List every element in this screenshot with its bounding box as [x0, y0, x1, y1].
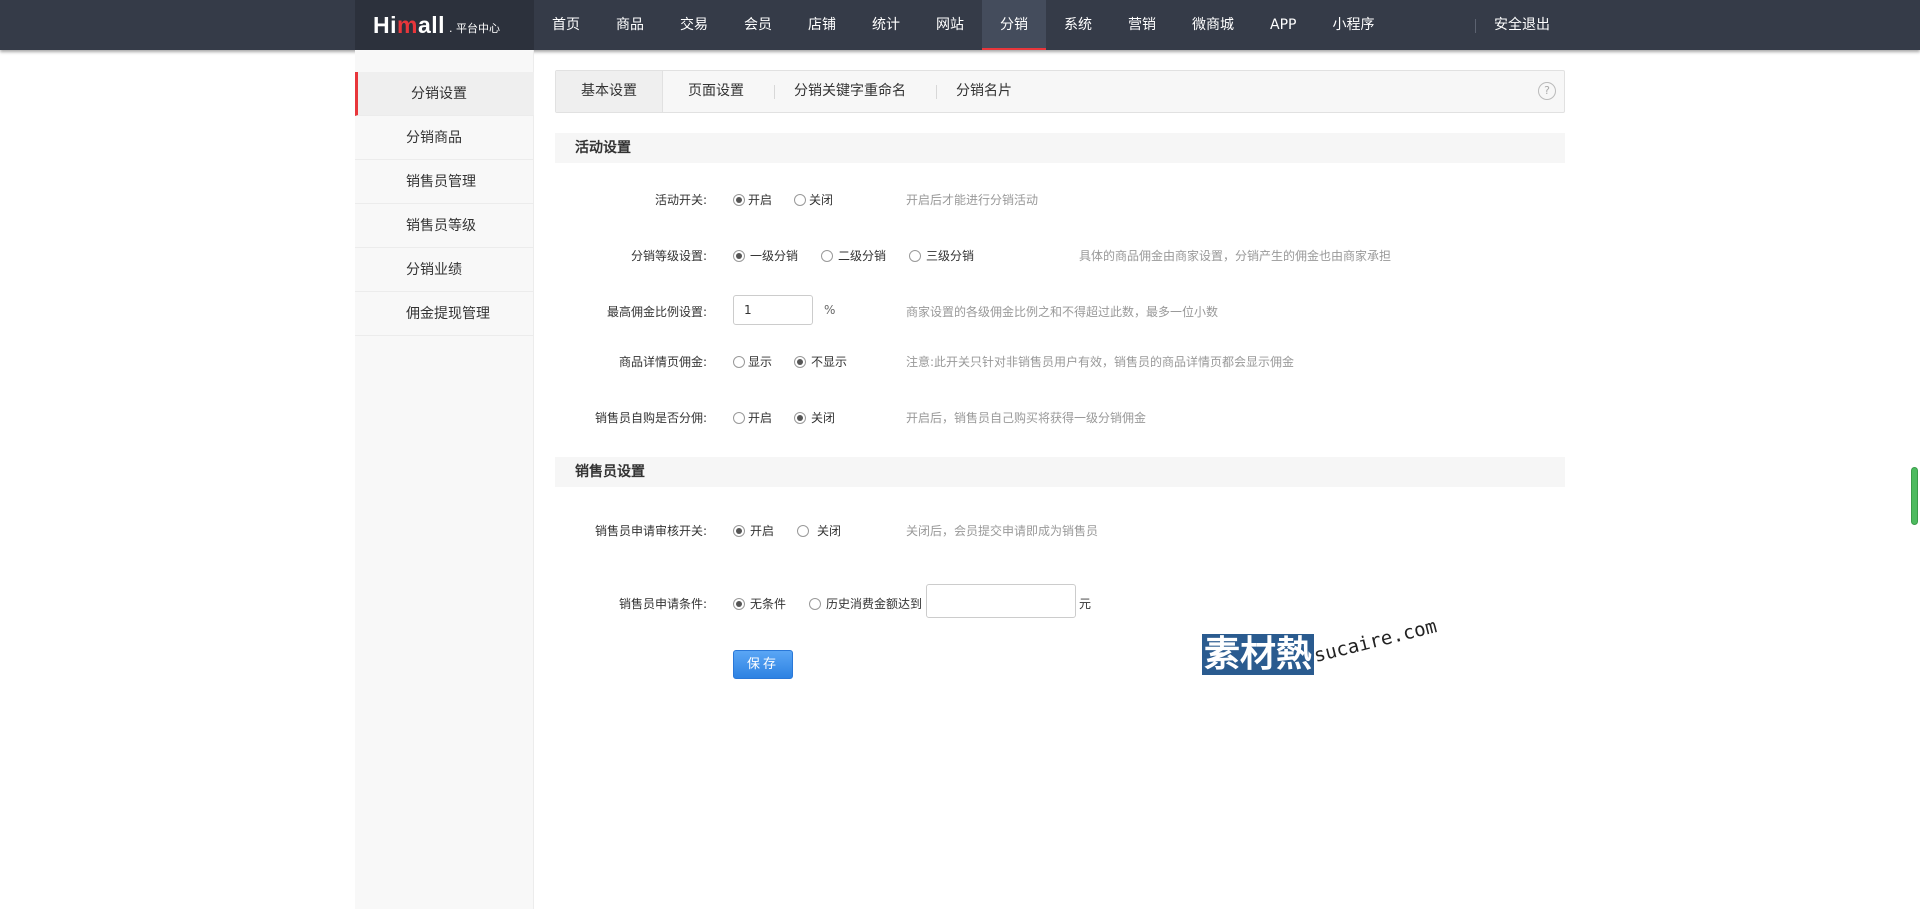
- sidebar: 分销设置 分销商品 销售员管理 销售员等级 分销业绩 佣金提现管理: [355, 50, 534, 909]
- nav-item-system[interactable]: 系统: [1046, 0, 1110, 50]
- activity-switch-hint: 开启后才能进行分销活动: [906, 193, 1039, 207]
- distribution-level-hint: 具体的商品佣金由商家设置，分销产生的佣金也由商家承担: [1079, 249, 1392, 263]
- radio-unchecked-icon: [809, 597, 821, 610]
- condition-label: 销售员申请条件:: [618, 597, 707, 611]
- max-ratio-input[interactable]: [733, 295, 813, 325]
- radio-unchecked-icon: [733, 355, 745, 368]
- activity-switch-on[interactable]: 开启: [733, 191, 772, 208]
- radio-unchecked-icon: [797, 524, 809, 537]
- tab-divider: [936, 85, 937, 99]
- radio-checked-icon: [733, 249, 745, 262]
- condition-none[interactable]: 无条件: [733, 595, 786, 612]
- self-buy-off[interactable]: 关闭: [794, 409, 835, 426]
- nav-item-micro-mall[interactable]: 微商城: [1174, 0, 1252, 50]
- self-buy-on[interactable]: 开启: [733, 409, 772, 426]
- radio-unchecked-icon: [733, 411, 745, 424]
- review-switch-label: 销售员申请审核开关:: [594, 524, 707, 538]
- detail-commission-label: 商品详情页佣金:: [618, 355, 707, 369]
- section-title: 活动设置: [575, 140, 631, 156]
- nav-item-trade[interactable]: 交易: [662, 0, 726, 50]
- radio-checked-icon: [733, 193, 745, 206]
- radio-checked-icon: [733, 597, 745, 610]
- review-switch-hint: 关闭后，会员提交申请即成为销售员: [906, 524, 1099, 538]
- radio-checked-icon: [733, 524, 745, 537]
- watermark-logo: 素材熱: [1202, 634, 1315, 675]
- radio-checked-icon: [794, 355, 806, 368]
- nav-divider: [1475, 19, 1476, 33]
- section-title: 销售员设置: [575, 464, 645, 480]
- nav-item-marketing[interactable]: 营销: [1110, 0, 1174, 50]
- detail-commission-hide[interactable]: 不显示: [794, 353, 847, 370]
- detail-commission-show[interactable]: 显示: [733, 353, 772, 370]
- nav-item-shops[interactable]: 店铺: [790, 0, 854, 50]
- level-option-one[interactable]: 一级分销: [733, 247, 798, 264]
- tab-divider: [774, 85, 775, 99]
- section-activity-settings: 活动设置: [555, 133, 1565, 163]
- tab-page-settings[interactable]: 页面设置: [688, 71, 744, 112]
- radio-checked-icon: [794, 411, 806, 424]
- logo-subtitle: . 平台中心: [449, 22, 501, 35]
- sidebar-item-distribution-products[interactable]: 分销商品: [355, 116, 534, 160]
- level-option-two[interactable]: 二级分销: [821, 247, 886, 264]
- tab-business-card[interactable]: 分销名片: [956, 71, 1012, 112]
- review-switch-off[interactable]: 关闭: [797, 522, 841, 539]
- sidebar-item-seller-levels[interactable]: 销售员等级: [355, 204, 534, 248]
- nav-item-home[interactable]: 首页: [534, 0, 598, 50]
- history-spend-input[interactable]: [926, 584, 1076, 618]
- percent-unit: %: [824, 303, 836, 317]
- brand-logo[interactable]: Himall . 平台中心: [355, 0, 534, 50]
- review-switch-on[interactable]: 开启: [733, 522, 774, 539]
- radio-unchecked-icon: [794, 193, 806, 206]
- nav-item-products[interactable]: 商品: [598, 0, 662, 50]
- watermark: 素材熱 sucaire.com: [1202, 615, 1452, 685]
- currency-unit: 元: [1079, 597, 1092, 611]
- nav-item-mini-program[interactable]: 小程序: [1314, 0, 1392, 50]
- scroll-indicator[interactable]: [1911, 467, 1918, 525]
- radio-unchecked-icon: [821, 249, 833, 262]
- watermark-url: sucaire.com: [1311, 615, 1440, 667]
- logout-link[interactable]: 安全退出: [1478, 0, 1566, 50]
- radio-unchecked-icon: [909, 249, 921, 262]
- logo-text: Himall: [373, 11, 446, 38]
- distribution-level-label: 分销等级设置:: [630, 249, 707, 263]
- nav-item-distribution[interactable]: 分销: [982, 0, 1046, 50]
- level-option-three[interactable]: 三级分销: [909, 247, 974, 264]
- save-button[interactable]: 保存: [733, 650, 793, 679]
- tab-keyword-rename[interactable]: 分销关键字重命名: [794, 71, 906, 112]
- self-buy-label: 销售员自购是否分佣:: [594, 411, 707, 425]
- top-nav-bar: Himall . 平台中心 首页 商品 交易 会员 店铺 统计 网站 分销 系统…: [0, 0, 1920, 50]
- nav-item-app[interactable]: APP: [1252, 0, 1314, 50]
- tab-basic-settings[interactable]: 基本设置: [556, 71, 663, 112]
- activity-switch-off[interactable]: 关闭: [794, 191, 833, 208]
- section-seller-settings: 销售员设置: [555, 457, 1565, 487]
- settings-tabs: 基本设置 页面设置 分销关键字重命名 分销名片 ?: [555, 70, 1565, 113]
- condition-history-spend[interactable]: 历史消费金额达到: [809, 595, 922, 612]
- activity-switch-label: 活动开关:: [654, 193, 707, 207]
- max-ratio-label: 最高佣金比例设置:: [606, 305, 707, 319]
- max-ratio-hint: 商家设置的各级佣金比例之和不得超过此数，最多一位小数: [906, 305, 1219, 319]
- nav-item-stats[interactable]: 统计: [854, 0, 918, 50]
- self-buy-hint: 开启后，销售员自己购买将获得一级分销佣金: [906, 411, 1147, 425]
- main-nav: 首页 商品 交易 会员 店铺 统计 网站 分销 系统 营销 微商城 APP 小程…: [534, 0, 1392, 50]
- sidebar-item-distribution-settings[interactable]: 分销设置: [355, 72, 534, 116]
- nav-item-website[interactable]: 网站: [918, 0, 982, 50]
- help-icon[interactable]: ?: [1538, 82, 1556, 100]
- nav-item-members[interactable]: 会员: [726, 0, 790, 50]
- detail-commission-hint: 注意:此开关只针对非销售员用户有效，销售员的商品详情页都会显示佣金: [906, 355, 1295, 369]
